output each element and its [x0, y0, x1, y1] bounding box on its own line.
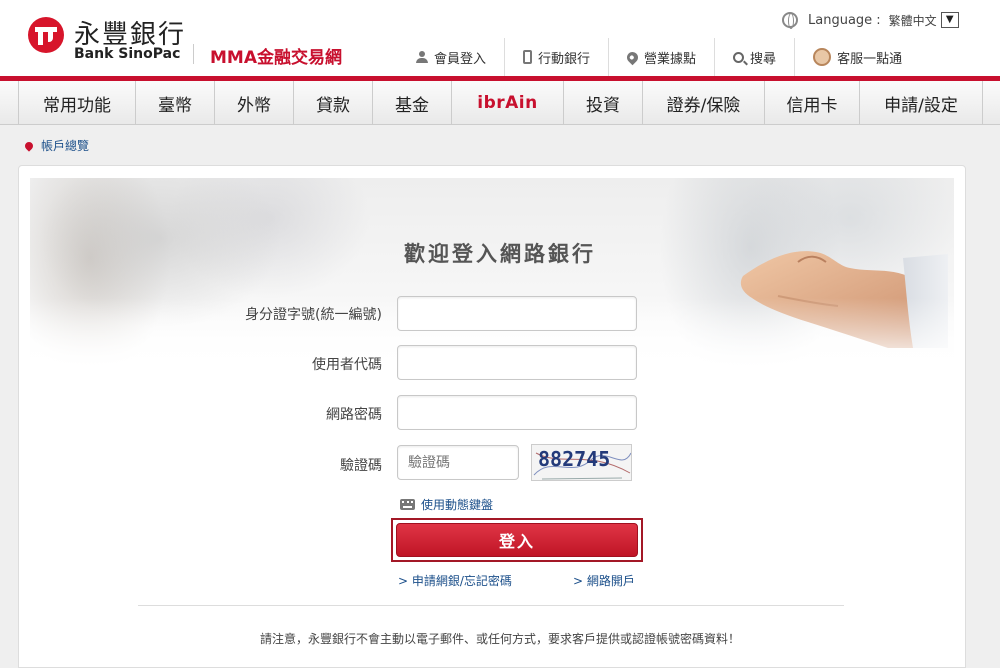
login-button-focus-ring: 登入: [391, 518, 643, 562]
site-title[interactable]: MMA金融交易網: [210, 43, 342, 68]
phone-icon: [523, 50, 533, 64]
person-icon: [416, 51, 428, 63]
customer-service-label: 客服一點通: [837, 51, 903, 67]
divider: [138, 605, 844, 606]
password-input[interactable]: [397, 395, 637, 430]
search-label: 搜尋: [750, 51, 777, 67]
captcha-code: 882745: [538, 447, 611, 471]
keyboard-icon: [400, 499, 415, 510]
member-login-link[interactable]: 會員登入: [400, 38, 506, 76]
breadcrumb: 帳戶總覽: [23, 137, 89, 154]
branch-locations-label: 營業據點: [644, 51, 697, 67]
globe-icon: [782, 12, 798, 29]
chevron-down-icon[interactable]: ▼: [940, 12, 959, 28]
nav-credit-card[interactable]: 信用卡: [764, 81, 859, 125]
user-code-label: 使用者代碼: [312, 357, 382, 373]
id-number-input[interactable]: [397, 296, 637, 331]
nav-ibrain[interactable]: ibrAin: [451, 81, 563, 125]
virtual-keyboard-label: 使用動態鍵盤: [421, 498, 494, 512]
sinopac-logo-icon[interactable]: [28, 17, 64, 53]
top-utility-nav: 會員登入 行動銀行 營業據點 搜尋 客服一點通: [400, 38, 920, 76]
apply-forgot-password-link[interactable]: > 申請網銀/忘記密碼: [398, 572, 512, 589]
login-button[interactable]: 登入: [396, 523, 638, 557]
logo-english-name[interactable]: Bank SinoPac: [74, 46, 180, 62]
hero-banner-image: [30, 178, 954, 368]
captcha-label: 驗證碼: [340, 458, 382, 474]
nav-apply-settings[interactable]: 申請/設定: [859, 81, 983, 125]
online-account-opening-link[interactable]: > 網路開戶: [573, 572, 635, 589]
breadcrumb-account-overview[interactable]: 帳戶總覽: [41, 137, 89, 154]
nav-twd[interactable]: 臺幣: [135, 81, 214, 125]
search-link[interactable]: 搜尋: [715, 38, 796, 76]
nav-common-functions[interactable]: 常用功能: [18, 81, 135, 125]
nav-loans[interactable]: 貸款: [293, 81, 372, 125]
location-pin-icon: [23, 139, 35, 152]
customer-service-link[interactable]: 客服一點通: [795, 38, 920, 76]
nav-investment[interactable]: 投資: [563, 81, 642, 125]
nav-securities-insurance[interactable]: 證券/保險: [642, 81, 764, 125]
logo-divider: [193, 44, 194, 64]
security-notice: 請注意，永豐銀行不會主動以電子郵件、或任何方式，要求客戶提供或認證帳號密碼資料！: [259, 632, 740, 646]
welcome-heading: 歡迎登入網路銀行: [404, 242, 596, 266]
captcha-image[interactable]: 882745: [531, 444, 632, 481]
captcha-input[interactable]: [397, 445, 519, 480]
location-pin-icon: [624, 49, 641, 65]
mobile-banking-label: 行動銀行: [538, 51, 591, 67]
nav-foreign-currency[interactable]: 外幣: [214, 81, 293, 125]
member-login-label: 會員登入: [434, 51, 487, 67]
user-code-input[interactable]: [397, 345, 637, 380]
password-label: 網路密碼: [326, 407, 382, 423]
language-value[interactable]: 繁體中文: [889, 12, 937, 29]
customer-service-icon: [813, 48, 832, 66]
language-label: Language :: [808, 12, 881, 28]
id-number-label: 身分證字號(統一編號): [245, 307, 382, 323]
nav-funds[interactable]: 基金: [372, 81, 451, 125]
branch-locations-link[interactable]: 營業據點: [609, 38, 716, 76]
site-header: 永豐銀行 Bank SinoPac MMA金融交易網 Language : 繁體…: [0, 0, 1000, 76]
virtual-keyboard-link[interactable]: 使用動態鍵盤: [400, 496, 493, 513]
mobile-banking-link[interactable]: 行動銀行: [505, 38, 610, 76]
main-nav: 常用功能 臺幣 外幣 貸款 基金 ibrAin 投資 證券/保險 信用卡 申請/…: [0, 81, 1000, 125]
language-selector[interactable]: Language : 繁體中文 ▼: [782, 10, 959, 30]
search-icon: [733, 51, 745, 63]
